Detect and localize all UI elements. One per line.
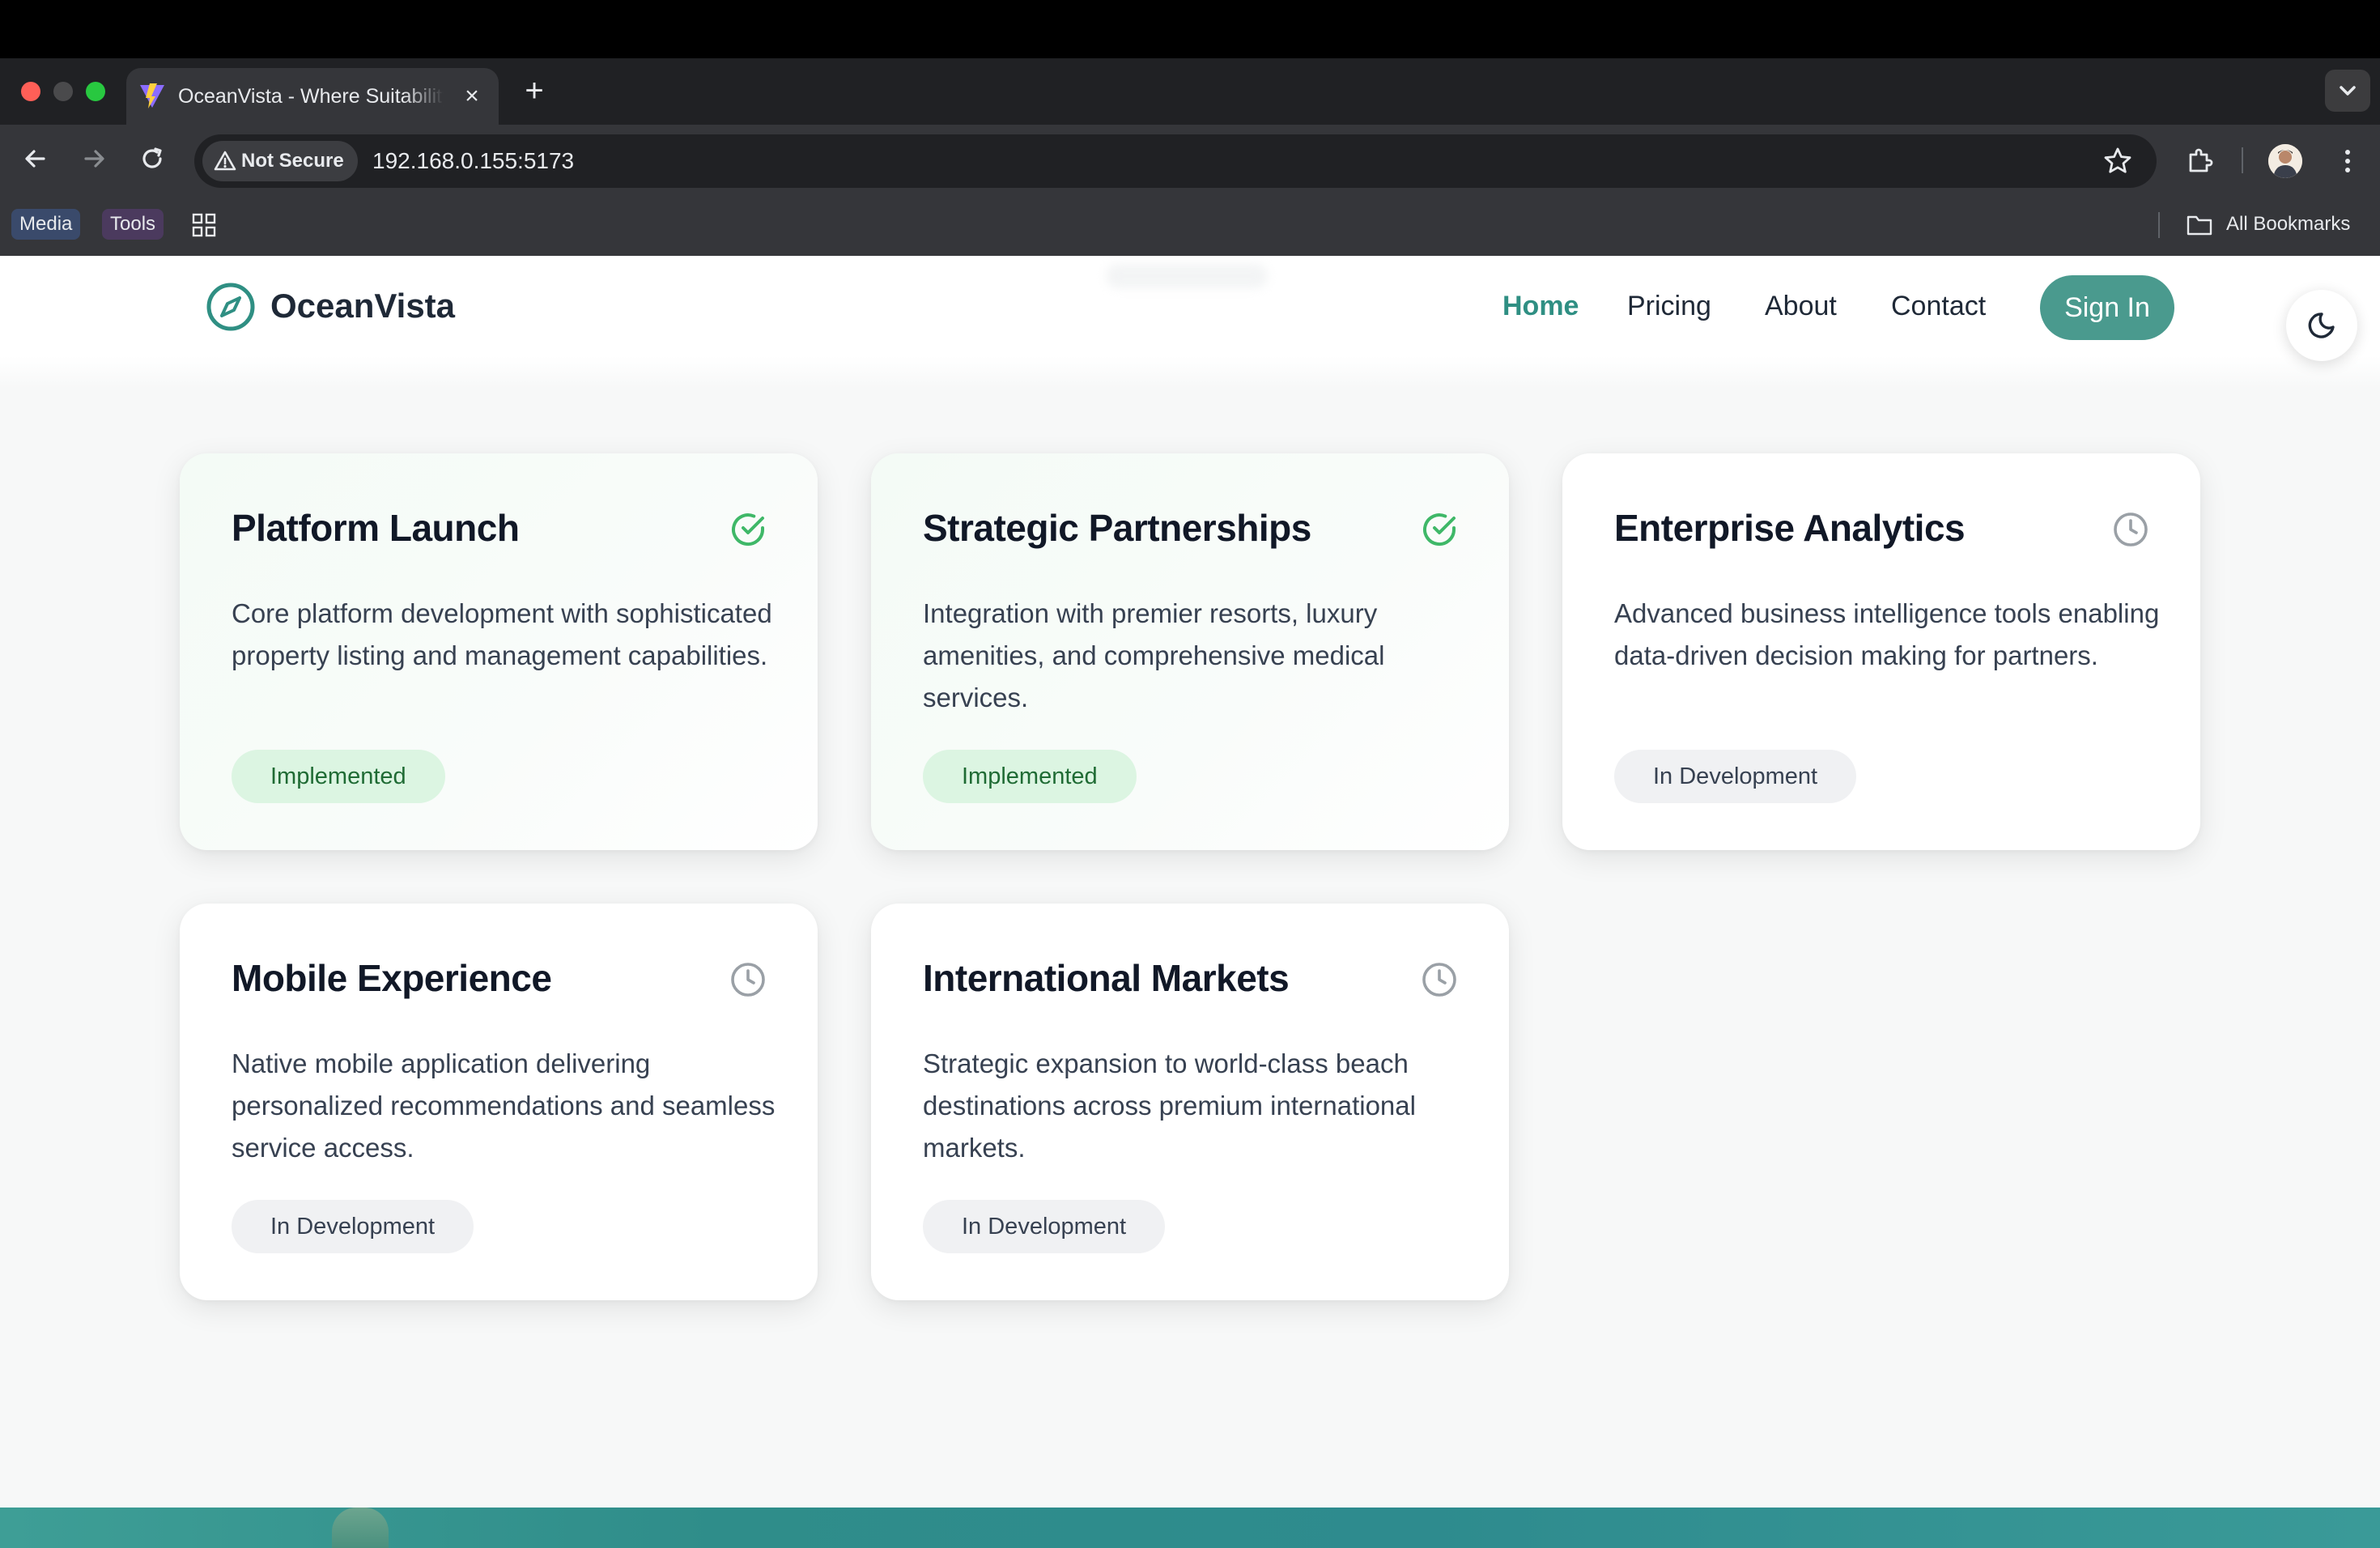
browser-tab[interactable]: OceanVista - Where Suitability × (126, 68, 499, 125)
card-description: Integration with premier resorts, luxury… (923, 598, 1385, 712)
bookmark-star-icon[interactable] (2102, 145, 2134, 177)
card-title: Strategic Partnerships (923, 507, 1311, 549)
check-circle-icon (1423, 513, 1456, 546)
screen-top-bar (0, 0, 2380, 58)
reload-icon[interactable] (136, 142, 168, 175)
page-viewport: OceanVista Home Pricing About Contact Si… (0, 256, 2380, 1548)
nav-pricing[interactable]: Pricing (1627, 280, 1711, 332)
status-badge: Implemented (232, 750, 445, 803)
bookmark-tools[interactable]: Tools (102, 209, 164, 240)
chevron-down-icon (2340, 86, 2356, 96)
status-badge: In Development (923, 1200, 1166, 1253)
nav-contact[interactable]: Contact (1891, 280, 1986, 332)
faded-header-element (1106, 264, 1268, 288)
minimize-window-button[interactable] (53, 82, 73, 101)
not-secure-label: Not Secure (241, 150, 344, 172)
roadmap-card: Mobile Experience Native mobile applicat… (180, 904, 818, 1300)
bookmark-media[interactable]: Media (11, 209, 81, 240)
card-title: Platform Launch (232, 507, 520, 549)
warning-icon (214, 151, 236, 171)
compass-logo-icon[interactable] (206, 282, 256, 332)
roadmap-card: Strategic Partnerships Integration with … (871, 453, 1509, 850)
profile-photo-icon (2268, 144, 2302, 178)
clock-icon (2114, 512, 2148, 546)
brand-name[interactable]: OceanVista (270, 280, 455, 332)
clock-icon (1422, 963, 1456, 997)
forward-arrow-icon[interactable] (78, 142, 110, 175)
roadmap-card: Platform Launch Core platform developmen… (180, 453, 818, 850)
card-title: Enterprise Analytics (1614, 507, 1966, 549)
check-circle-icon (732, 513, 765, 546)
card-description: Core platform development with sophistic… (232, 598, 772, 670)
tab-search-button[interactable] (2325, 70, 2370, 112)
more-menu-icon[interactable] (2331, 144, 2364, 178)
vite-favicon-icon (140, 83, 164, 108)
apps-grid-icon[interactable] (191, 212, 217, 238)
sign-in-button[interactable]: Sign In (2040, 275, 2174, 340)
status-badge: In Development (1614, 750, 1857, 803)
profile-avatar[interactable] (2268, 144, 2302, 178)
extensions-puzzle-icon[interactable] (2184, 145, 2216, 177)
card-description: Native mobile application delivering per… (232, 1048, 776, 1163)
back-arrow-icon[interactable] (19, 142, 52, 175)
maximize-window-button[interactable] (86, 82, 105, 101)
card-description: Advanced business intelligence tools ena… (1614, 598, 2160, 670)
moon-icon (2308, 313, 2335, 338)
nav-home[interactable]: Home (1502, 280, 1579, 332)
card-description: Strategic expansion to world-class beach… (923, 1048, 1416, 1163)
not-secure-chip[interactable]: Not Secure (202, 141, 358, 181)
card-title: Mobile Experience (232, 957, 552, 999)
bookmarks-divider (2158, 212, 2160, 238)
url-text[interactable]: 192.168.0.155:5173 (372, 134, 574, 188)
tab-title: OceanVista - Where Suitability (178, 85, 444, 108)
close-window-button[interactable] (21, 82, 40, 101)
palm-tree-image (332, 1508, 389, 1548)
clock-icon (731, 963, 765, 997)
nav-about[interactable]: About (1765, 280, 1837, 332)
ocean-image-section (0, 1508, 2380, 1548)
card-title: International Markets (923, 957, 1290, 999)
folder-icon (2187, 215, 2212, 236)
new-tab-button[interactable]: + (518, 73, 550, 108)
theme-toggle-button[interactable] (2286, 290, 2357, 361)
status-badge: Implemented (923, 750, 1137, 803)
status-badge: In Development (232, 1200, 474, 1253)
all-bookmarks-label: All Bookmarks (2226, 213, 2351, 235)
close-tab-icon[interactable]: × (461, 84, 482, 108)
roadmap-card: Enterprise Analytics Advanced business i… (1562, 453, 2200, 850)
bookmarks-bar (0, 191, 2380, 256)
toolbar-divider (2242, 147, 2243, 173)
roadmap-card: International Markets Strategic expansio… (871, 904, 1509, 1300)
